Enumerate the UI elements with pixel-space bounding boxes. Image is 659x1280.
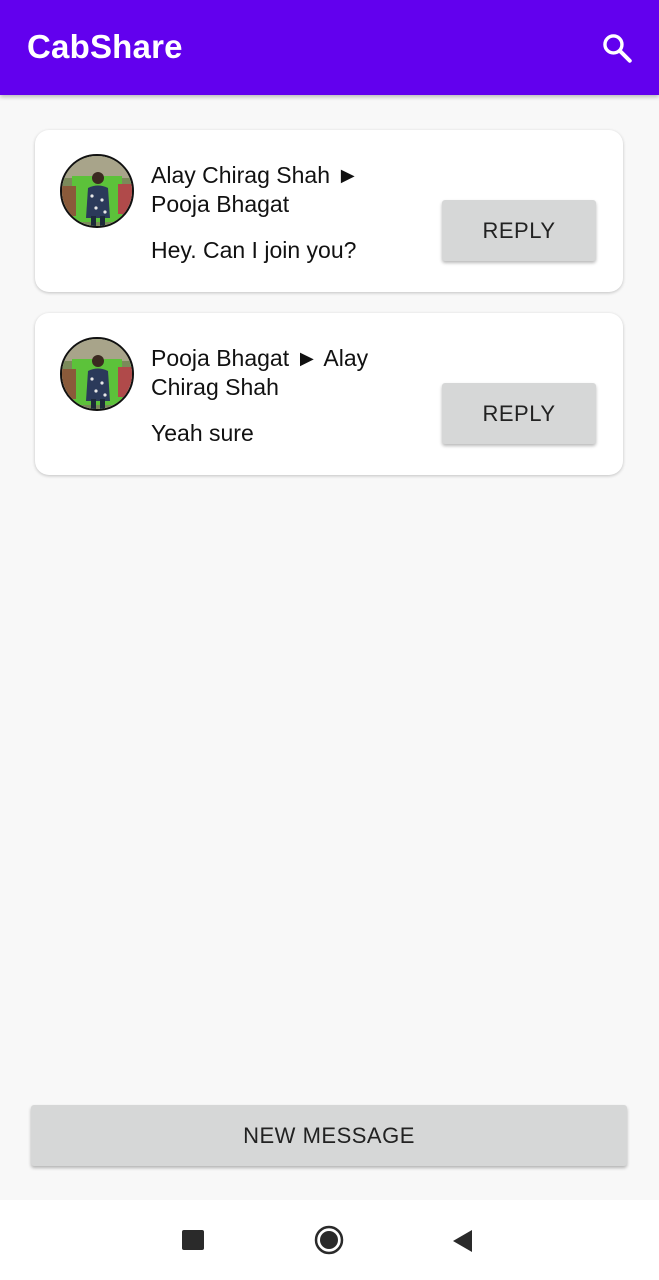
avatar-photo	[62, 156, 132, 226]
system-nav-bar	[0, 1200, 659, 1280]
message-card: Pooja Bhagat ► Alay Chirag Shah Yeah sur…	[35, 313, 623, 475]
home-icon[interactable]	[314, 1225, 344, 1255]
search-button[interactable]	[592, 24, 642, 72]
reply-button[interactable]: REPLY	[442, 200, 596, 261]
recents-icon[interactable]	[182, 1230, 204, 1250]
message-header: Pooja Bhagat ► Alay Chirag Shah	[151, 345, 369, 400]
app-title: CabShare	[27, 28, 183, 65]
reply-button[interactable]: REPLY	[442, 383, 596, 444]
avatar	[60, 337, 134, 411]
search-icon	[603, 34, 632, 63]
message-header: Alay Chirag Shah ► Pooja Bhagat	[151, 162, 360, 217]
avatar-photo	[62, 339, 132, 409]
back-icon[interactable]	[452, 1229, 474, 1253]
avatar	[60, 154, 134, 228]
message-text: Yeah sure	[151, 420, 254, 446]
message-card: Alay Chirag Shah ► Pooja Bhagat Hey. Can…	[35, 130, 623, 292]
message-text: Hey. Can I join you?	[151, 237, 357, 263]
app-bar: CabShare	[0, 0, 659, 95]
new-message-button[interactable]: NEW MESSAGE	[31, 1105, 627, 1166]
